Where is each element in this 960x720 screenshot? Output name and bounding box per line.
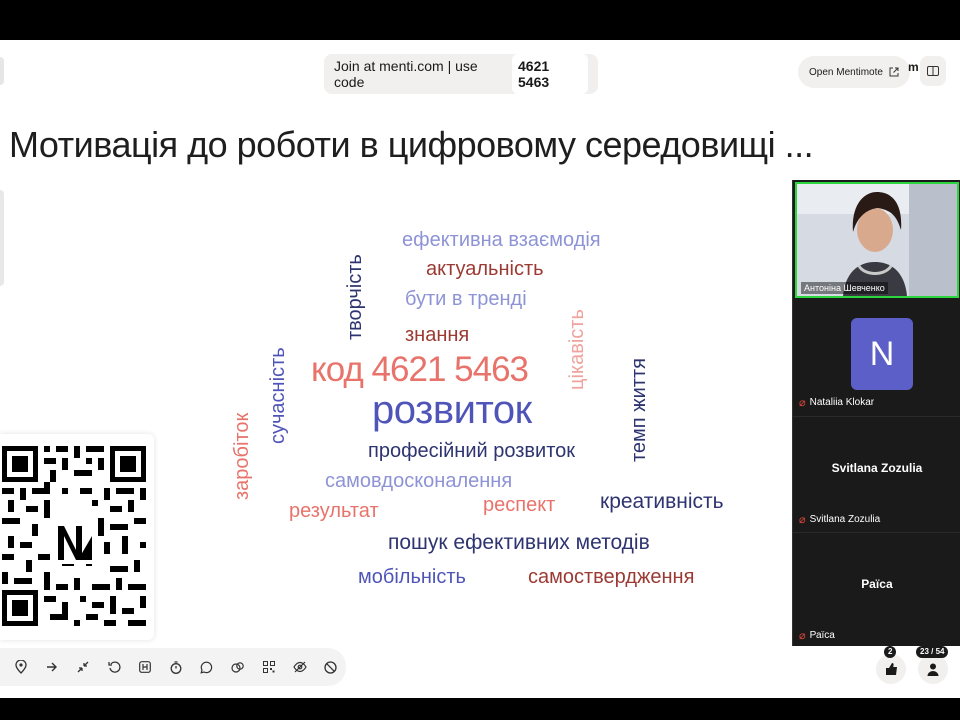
word-tvorchist: творчість xyxy=(344,254,366,340)
word-buty-v-trendi: бути в тренді xyxy=(405,288,527,310)
comments-button[interactable] xyxy=(191,652,222,682)
word-suchasnist: сучасність xyxy=(267,347,289,444)
qr-code-panel[interactable] xyxy=(0,434,154,640)
open-mentimote-label: Open Mentimote xyxy=(809,66,883,78)
participant-label: ⌀ Nataliia Klokar xyxy=(799,396,874,409)
sidebar-icon xyxy=(927,66,939,76)
word-profesiinyi-rozvytok: професійний розвиток xyxy=(368,440,576,462)
participant-tile-svitlana[interactable]: Svitlana Zozulia ⌀ Svitlana Zozulia xyxy=(793,416,960,532)
collapse-icon xyxy=(77,661,89,673)
audience-indicators: 2 23 / 54 xyxy=(874,646,954,686)
reset-button[interactable] xyxy=(99,652,130,682)
word-samovdoskonalennia: самовдосконалення xyxy=(325,470,513,492)
participant-tile-nataliia[interactable]: N ⌀ Nataliia Klokar xyxy=(793,300,960,416)
participant-label: ⌀ Раїса xyxy=(799,629,835,642)
presenter-toolbar xyxy=(0,648,346,686)
qr-toggle-button[interactable] xyxy=(253,652,284,682)
word-kod: код 4621 5463 xyxy=(311,350,529,389)
word-znannia: знання xyxy=(405,324,470,346)
word-aktualnist: актуальність xyxy=(426,258,544,280)
word-efektyvna-vzaiemodiia: ефективна взаємодія xyxy=(402,229,601,251)
comments-icon xyxy=(200,661,213,674)
next-icon xyxy=(47,662,58,672)
timer-icon xyxy=(170,660,182,674)
active-speaker-name: Антоніна Шевченко xyxy=(801,282,888,294)
hide-results-button[interactable] xyxy=(284,652,315,682)
qr-icon xyxy=(262,661,275,673)
screen: Join at menti.com | use code 4621 5463 O… xyxy=(0,0,960,720)
word-mobilnist: мобільність xyxy=(358,566,466,588)
participant-center-name: Раїса xyxy=(861,577,893,591)
active-speaker-tile[interactable]: Антоніна Шевченко xyxy=(795,182,959,298)
participant-name: Раїса xyxy=(809,630,835,641)
reactions-button[interactable] xyxy=(222,652,253,682)
collapse-button[interactable] xyxy=(68,652,99,682)
qr-code xyxy=(0,444,148,630)
word-poshuk-efektyvnykh-metodiv: пошук ефективних методів xyxy=(388,531,650,554)
word-samostverdzhennia: самоствердження xyxy=(528,566,695,588)
timer-button[interactable] xyxy=(161,652,192,682)
participant-center-name: Svitlana Zozulia xyxy=(831,461,923,475)
brand-logo-fragment: m xyxy=(908,60,919,74)
participant-label: ⌀ Svitlana Zozulia xyxy=(799,513,880,526)
mic-muted-icon: ⌀ xyxy=(799,514,806,526)
word-kreatyvnist: креативність xyxy=(600,490,724,513)
mic-muted-icon: ⌀ xyxy=(799,397,806,409)
menti-slide: Join at menti.com | use code 4621 5463 O… xyxy=(0,40,960,698)
panel-toggle-button[interactable] xyxy=(920,56,946,86)
marker-button[interactable] xyxy=(6,652,37,682)
participant-tile-raisa[interactable]: Раїса ⌀ Раїса xyxy=(793,532,960,646)
participant-name: Svitlana Zozulia xyxy=(809,514,881,525)
avatar-letter: N xyxy=(869,334,895,373)
word-zarobitok: заробіток xyxy=(231,412,253,500)
likes-button[interactable] xyxy=(876,654,906,684)
participants-count: 23 / 54 xyxy=(916,646,949,658)
avatar: N xyxy=(851,318,913,390)
hotkeys-icon xyxy=(139,661,151,673)
marker-icon xyxy=(15,660,28,674)
speaker-video xyxy=(797,184,957,296)
word-rozvytok: розвиток xyxy=(372,388,532,432)
reactions-icon xyxy=(231,661,245,673)
open-mentimote-button[interactable]: Open Mentimote xyxy=(798,56,910,88)
external-link-icon xyxy=(889,67,899,77)
word-rezultat: результат xyxy=(289,500,379,522)
thumbs-up-icon xyxy=(885,663,897,675)
word-respekt: респект xyxy=(483,494,556,516)
reset-icon xyxy=(108,661,121,673)
close-voting-button[interactable] xyxy=(315,652,346,682)
word-tsikavist: цікавість xyxy=(566,309,588,390)
zoom-participants-panel: Антоніна Шевченко N ⌀ Nataliia Klokar Sv… xyxy=(792,180,960,646)
hotkeys-button[interactable] xyxy=(130,652,161,682)
hide-results-icon xyxy=(292,661,307,673)
participant-name: Nataliia Klokar xyxy=(809,397,875,408)
close-voting-icon xyxy=(324,660,337,674)
person-icon xyxy=(927,663,939,676)
word-temp-zhyttia: темп життя xyxy=(628,358,650,462)
participants-button[interactable] xyxy=(918,654,948,684)
mic-muted-icon: ⌀ xyxy=(799,630,806,642)
next-button[interactable] xyxy=(37,652,68,682)
